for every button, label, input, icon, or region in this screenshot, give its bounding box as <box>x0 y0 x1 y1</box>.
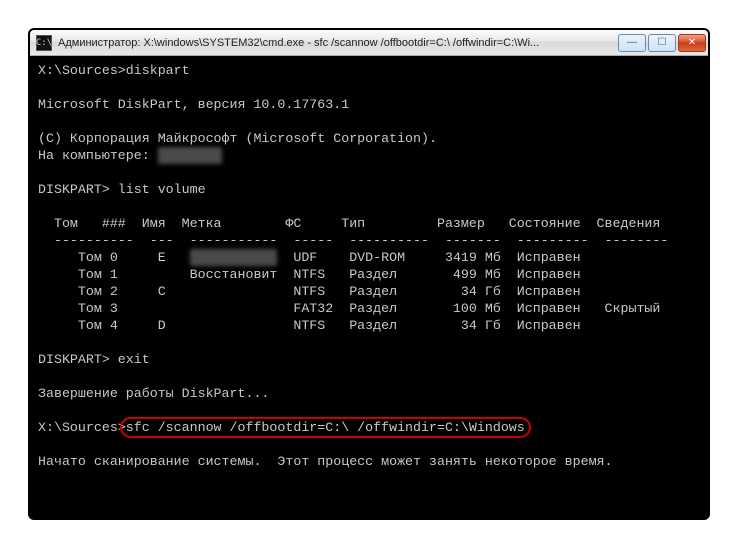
prompt: DISKPART> <box>38 182 118 197</box>
table-row: UDF DVD-ROM 3419 Мб Исправен <box>277 250 580 265</box>
command-diskpart: diskpart <box>126 63 190 78</box>
window-title: Администратор: X:\windows\SYSTEM32\cmd.e… <box>58 37 616 49</box>
prompt: X:\Sources> <box>38 63 126 78</box>
cmd-icon: C:\ <box>36 35 52 51</box>
table-divider: ---------- --- ----------- ----- -------… <box>38 233 668 248</box>
output-line: На компьютере: <box>38 148 158 163</box>
highlighted-command: sfc /scannow /offbootdir=C:\ /offwindir=… <box>126 420 525 435</box>
table-row: Том 3 FAT32 Раздел 100 Мб Исправен Скрыт… <box>38 301 660 316</box>
output-line: Завершение работы DiskPart... <box>38 386 269 401</box>
cmd-window: C:\ Администратор: X:\windows\SYSTEM32\c… <box>28 28 710 520</box>
titlebar[interactable]: C:\ Администратор: X:\windows\SYSTEM32\c… <box>30 30 708 56</box>
console-output[interactable]: X:\Sources>diskpart Microsoft DiskPart, … <box>30 56 708 518</box>
minimize-button[interactable]: — <box>618 34 646 52</box>
redacted-label: XXXXXXXXXXX <box>190 249 278 266</box>
prompt: X:\Sources> <box>38 420 126 435</box>
window-controls: — ☐ ✕ <box>616 34 706 52</box>
command-list-volume: list volume <box>118 182 206 197</box>
table-header: Том ### Имя Метка ФС Тип Размер Состояни… <box>38 216 660 231</box>
redacted-hostname: XXXXXXXX <box>158 147 222 164</box>
prompt: DISKPART> <box>38 352 118 367</box>
output-line: Microsoft DiskPart, версия 10.0.17763.1 <box>38 97 349 112</box>
table-row: Том 4 D NTFS Раздел 34 Гб Исправен <box>38 318 581 333</box>
close-button[interactable]: ✕ <box>678 34 706 52</box>
command-exit: exit <box>118 352 150 367</box>
table-row: Том 1 Восстановит NTFS Раздел 499 Мб Исп… <box>38 267 581 282</box>
command-sfc: sfc /scannow /offbootdir=C:\ /offwindir=… <box>126 420 525 435</box>
output-line: (C) Корпорация Майкрософт (Microsoft Cor… <box>38 131 437 146</box>
maximize-button[interactable]: ☐ <box>648 34 676 52</box>
output-line: Начато сканирование системы. Этот процес… <box>38 454 613 469</box>
table-row: Том 0 E <box>38 250 190 265</box>
table-row: Том 2 C NTFS Раздел 34 Гб Исправен <box>38 284 581 299</box>
